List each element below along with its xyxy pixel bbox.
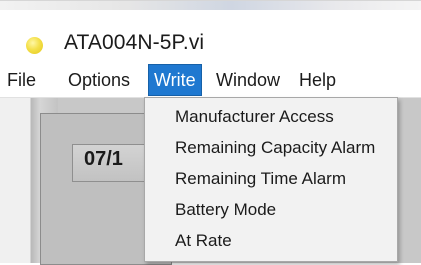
menu-help[interactable]: Help [294,65,341,95]
write-menu-dropdown: Manufacturer Access Remaining Capacity A… [144,97,398,262]
window-title: ATA004N-5P.vi [64,31,205,54]
menu-window[interactable]: Window [211,65,285,95]
menu-item-manufacturer-access[interactable]: Manufacturer Access [175,102,334,132]
application-window: ATA004N-5P.vi File Options Write Window … [0,0,421,265]
labview-vi-icon [26,37,43,54]
menu-item-at-rate[interactable]: At Rate [175,226,232,256]
menu-options[interactable]: Options [63,65,135,95]
menu-item-battery-mode[interactable]: Battery Mode [175,195,276,225]
window-top-strip [0,1,421,10]
menu-item-remaining-time-alarm[interactable]: Remaining Time Alarm [175,164,346,194]
menu-write[interactable]: Write [148,64,202,96]
menu-bar: File Options Write Window Help [0,63,421,98]
menu-item-remaining-capacity-alarm[interactable]: Remaining Capacity Alarm [175,133,375,163]
title-bar: ATA004N-5P.vi [0,10,421,63]
date-text: 07/1 [84,148,123,170]
menu-file[interactable]: File [2,65,41,95]
